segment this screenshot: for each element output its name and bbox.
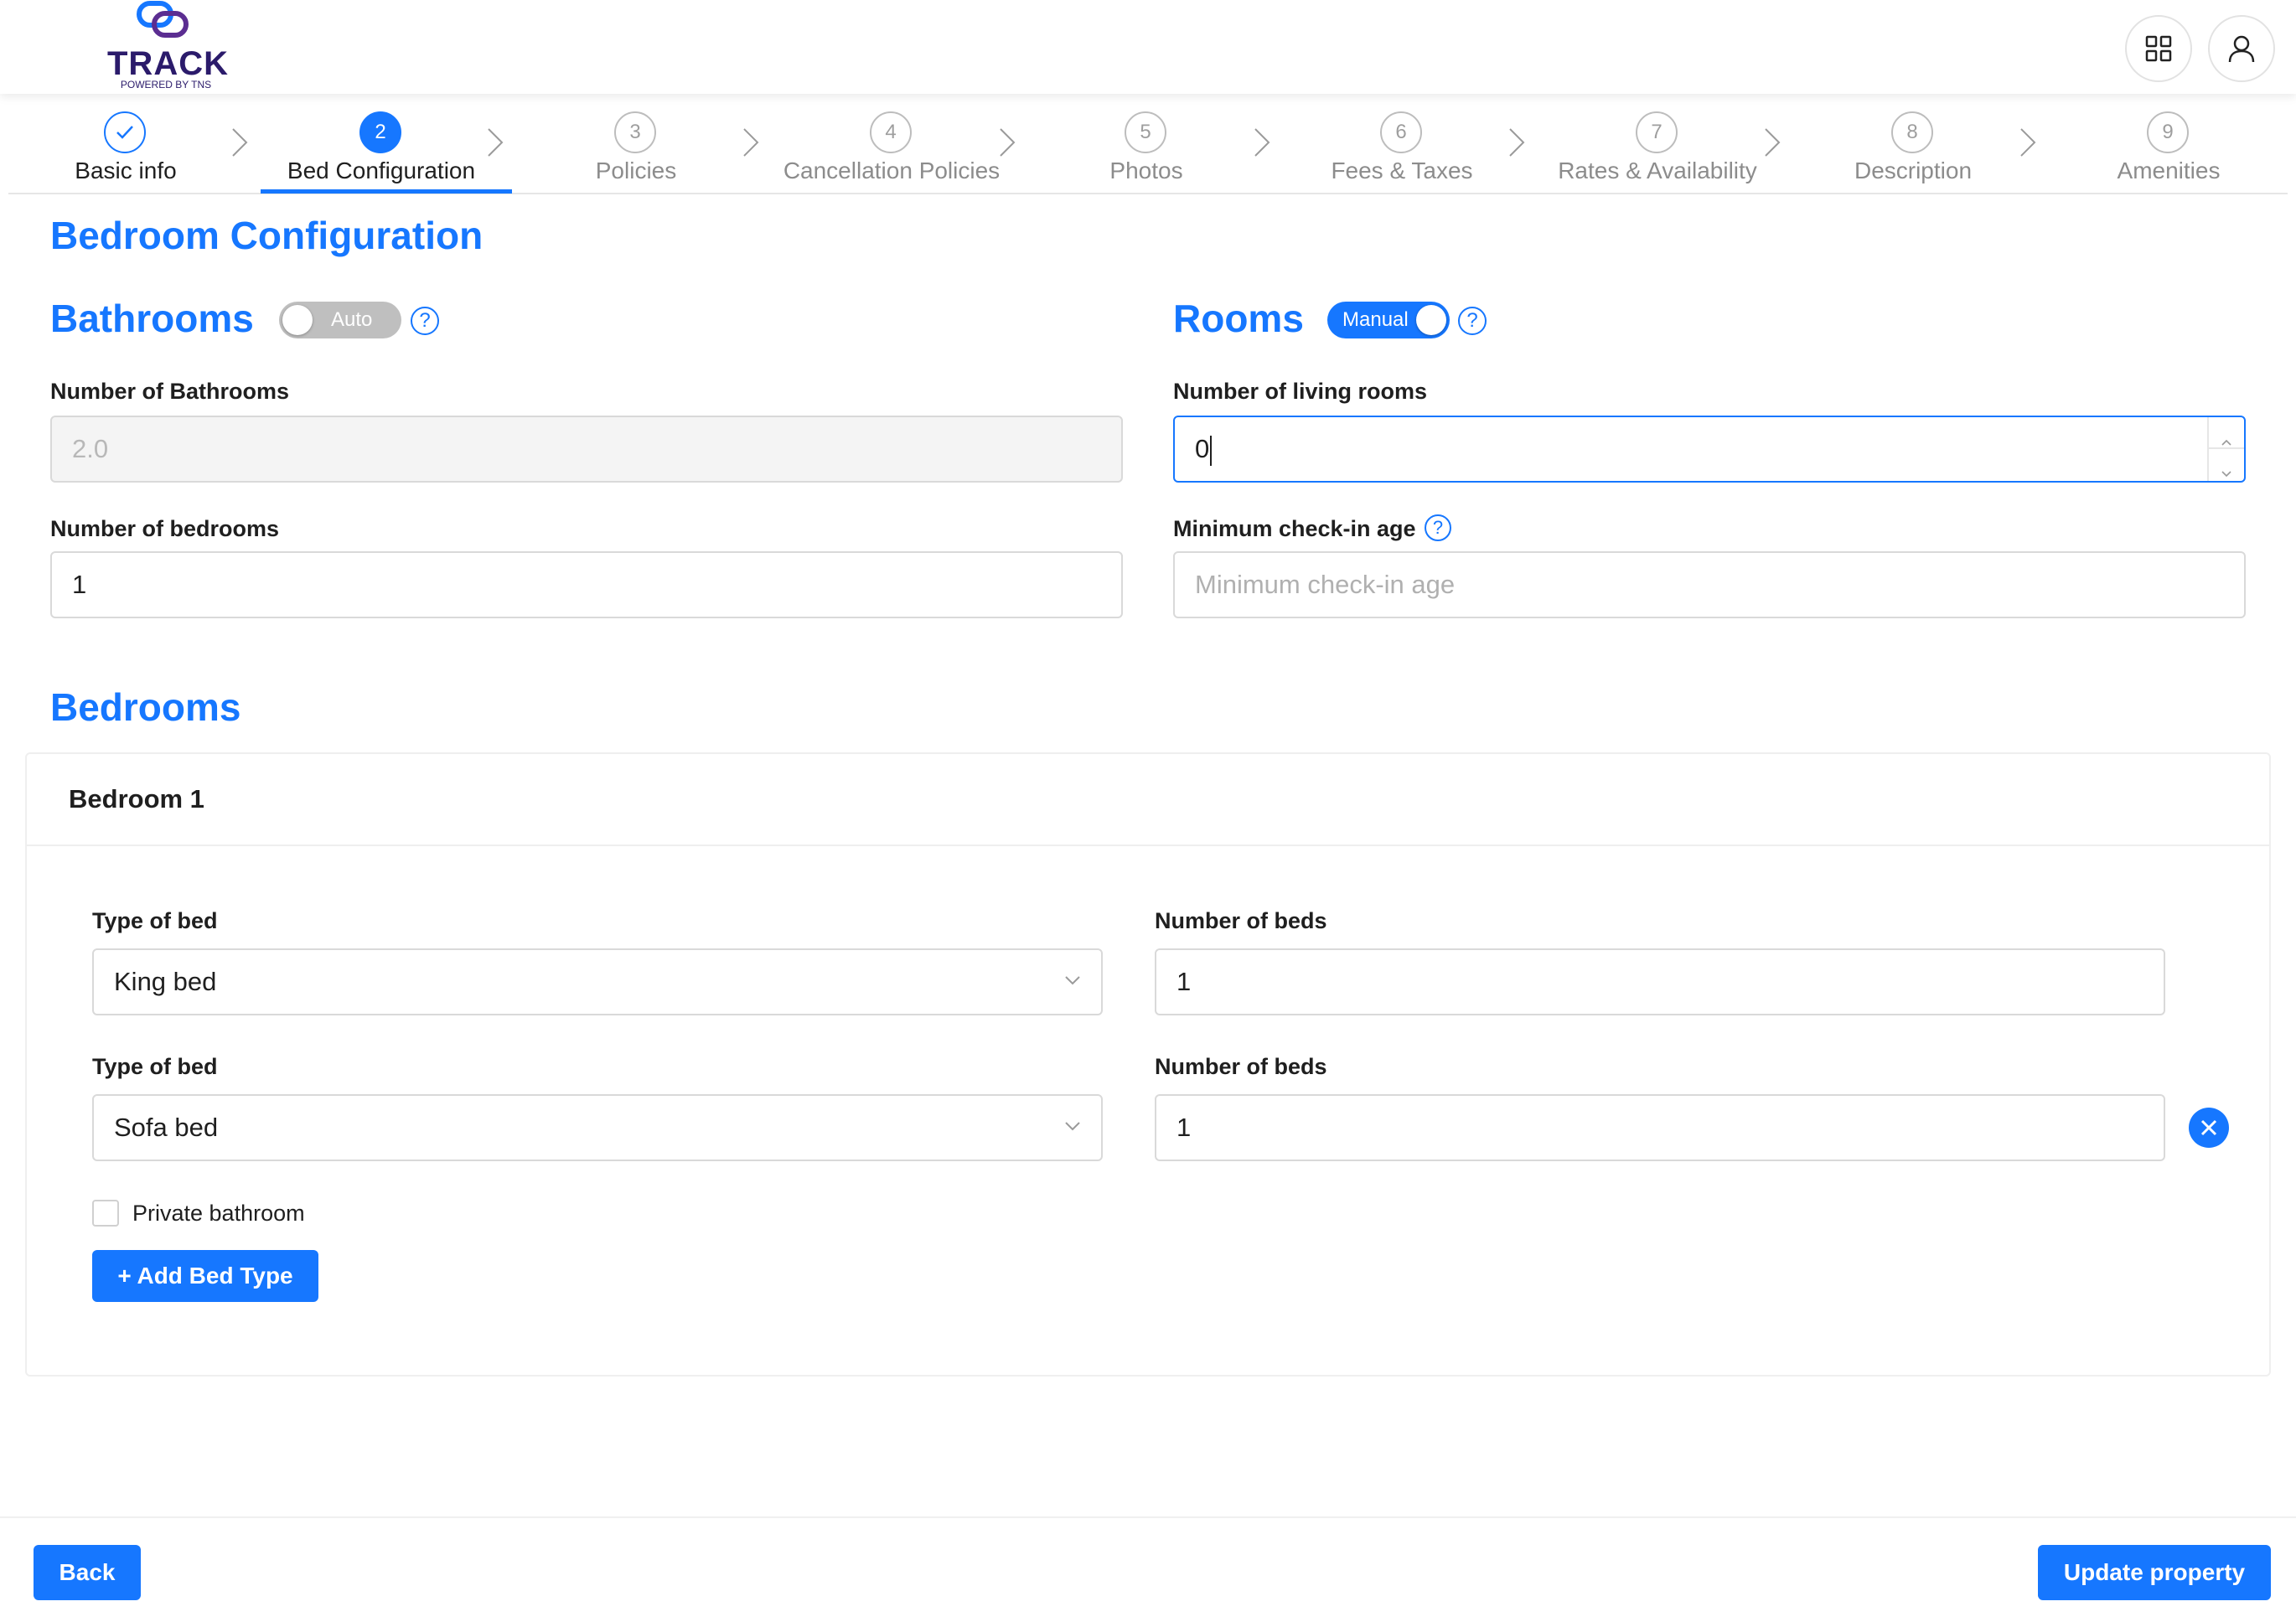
chevron-down-icon (1065, 976, 1080, 985)
step-number: 5 (1125, 111, 1166, 153)
step-amenities[interactable]: 9 Amenities (2043, 109, 2294, 194)
increment-button[interactable] (2209, 417, 2244, 449)
user-menu-button[interactable] (2208, 15, 2275, 82)
check-icon (116, 126, 133, 139)
footer-bar: Back Update property (0, 1516, 2296, 1622)
logo-subtext: POWERED BY TNS (120, 79, 212, 90)
step-rates-availability[interactable]: 7 Rates & Availability (1532, 109, 1783, 194)
step-label: Bed Configuration (287, 158, 476, 183)
chevron-right-icon (488, 128, 504, 157)
private-bathroom-label: Private bathroom (132, 1201, 305, 1226)
step-label: Cancellation Policies (783, 158, 1001, 183)
back-button[interactable]: Back (34, 1545, 141, 1600)
step-photos[interactable]: 5 Photos (1021, 109, 1272, 194)
step-label: Policies (595, 158, 677, 183)
living-rooms-value: 0 (1195, 434, 1210, 463)
bed-type-value: King bed (114, 967, 217, 996)
step-basic-info[interactable]: Basic info (0, 109, 251, 194)
step-cancellation-policies[interactable]: 4 Cancellation Policies (766, 109, 1017, 194)
bed-type-select[interactable]: King bed (92, 948, 1103, 1015)
chevron-right-icon (743, 128, 759, 157)
step-label: Photos (1109, 158, 1183, 183)
update-property-button[interactable]: Update property (2038, 1545, 2271, 1600)
bed-type-value: Sofa bed (114, 1113, 219, 1142)
bathrooms-auto-toggle[interactable]: Auto (279, 302, 401, 338)
step-number: 8 (1891, 111, 1933, 153)
rooms-manual-toggle[interactable]: Manual (1327, 302, 1450, 338)
step-number: 9 (2147, 111, 2189, 153)
wizard-stepper: Basic info 2 Bed Configuration 3 Policie… (8, 109, 2288, 194)
num-bedrooms-input[interactable]: 1 (50, 551, 1123, 618)
chevron-right-icon (1000, 128, 1016, 157)
logo-mark-icon (137, 1, 189, 38)
step-label: Rates & Availability (1558, 158, 1757, 183)
step-label: Fees & Taxes (1331, 158, 1473, 183)
num-bedrooms-label: Number of bedrooms (50, 516, 280, 541)
chevron-right-icon (2020, 128, 2036, 157)
remove-bed-button[interactable] (2189, 1108, 2229, 1148)
number-spinner (2207, 417, 2244, 481)
bathrooms-heading: Bathrooms (50, 297, 254, 340)
track-logo[interactable]: TRACK POWERED BY TNS (107, 0, 229, 92)
checkin-help-icon[interactable]: ? (1425, 514, 1451, 541)
step-number: 7 (1636, 111, 1678, 153)
bedroom-title: Bedroom 1 (69, 784, 204, 814)
step-number: 4 (870, 111, 912, 153)
bedroom-card: Bedroom 1 Type of bed King bed Number of… (25, 752, 2271, 1377)
bed-count-input[interactable]: 1 (1155, 1094, 2165, 1161)
bedroom-card-header: Bedroom 1 (27, 754, 2269, 846)
step-label: Description (1854, 158, 1973, 183)
top-header: TRACK POWERED BY TNS (0, 0, 2296, 94)
step-label: Basic info (75, 158, 177, 183)
bedrooms-heading: Bedrooms (50, 685, 241, 729)
living-rooms-input[interactable]: 0 (1173, 416, 2246, 483)
num-bathrooms-label: Number of Bathrooms (50, 379, 290, 404)
bed-count-label: Number of beds (1155, 908, 1327, 933)
living-rooms-label: Number of living rooms (1173, 379, 1428, 404)
bathrooms-help-icon[interactable]: ? (411, 307, 439, 335)
apps-button[interactable] (2125, 15, 2192, 82)
bed-type-label: Type of bed (92, 908, 218, 933)
num-bathrooms-input: 2.0 (50, 416, 1123, 483)
rooms-heading: Rooms (1173, 297, 1304, 340)
chevron-down-icon (2221, 471, 2231, 478)
chevron-down-icon (1065, 1122, 1080, 1131)
bed-count-input[interactable]: 1 (1155, 948, 2165, 1015)
toggle-knob (1416, 305, 1446, 335)
step-number: 2 (359, 111, 401, 153)
chevron-right-icon (1765, 128, 1781, 157)
active-step-underline (261, 189, 512, 194)
logo-text: TRACK (107, 45, 229, 82)
chevron-right-icon (1509, 128, 1525, 157)
private-bathroom-checkbox[interactable] (92, 1200, 119, 1227)
close-icon (2200, 1119, 2217, 1136)
step-check-circle (104, 111, 146, 153)
toggle-knob (282, 305, 313, 335)
chevron-right-icon (1254, 128, 1270, 157)
step-policies[interactable]: 3 Policies (510, 109, 762, 194)
text-caret (1210, 435, 1213, 466)
bed-count-label: Number of beds (1155, 1054, 1327, 1079)
step-number: 6 (1380, 111, 1422, 153)
step-number: 3 (614, 111, 656, 153)
add-bed-type-button[interactable]: + Add Bed Type (92, 1250, 318, 1302)
user-icon (2228, 35, 2255, 63)
checkin-age-input[interactable]: Minimum check-in age (1173, 551, 2246, 618)
step-label: Amenities (2117, 158, 2221, 183)
step-description[interactable]: 8 Description (1787, 109, 2039, 194)
grid-icon (2145, 35, 2172, 62)
step-fees-taxes[interactable]: 6 Fees & Taxes (1276, 109, 1528, 194)
toggle-label: Manual (1342, 308, 1409, 331)
bed-type-label: Type of bed (92, 1054, 218, 1079)
rooms-help-icon[interactable]: ? (1458, 307, 1487, 335)
bed-type-select[interactable]: Sofa bed (92, 1094, 1103, 1161)
page-title: Bedroom Configuration (50, 214, 484, 257)
step-bed-configuration[interactable]: 2 Bed Configuration (256, 109, 512, 194)
checkin-age-label: Minimum check-in age (1173, 516, 1416, 541)
chevron-right-icon (232, 128, 248, 157)
toggle-label: Auto (331, 308, 373, 331)
decrement-button[interactable] (2209, 449, 2244, 481)
